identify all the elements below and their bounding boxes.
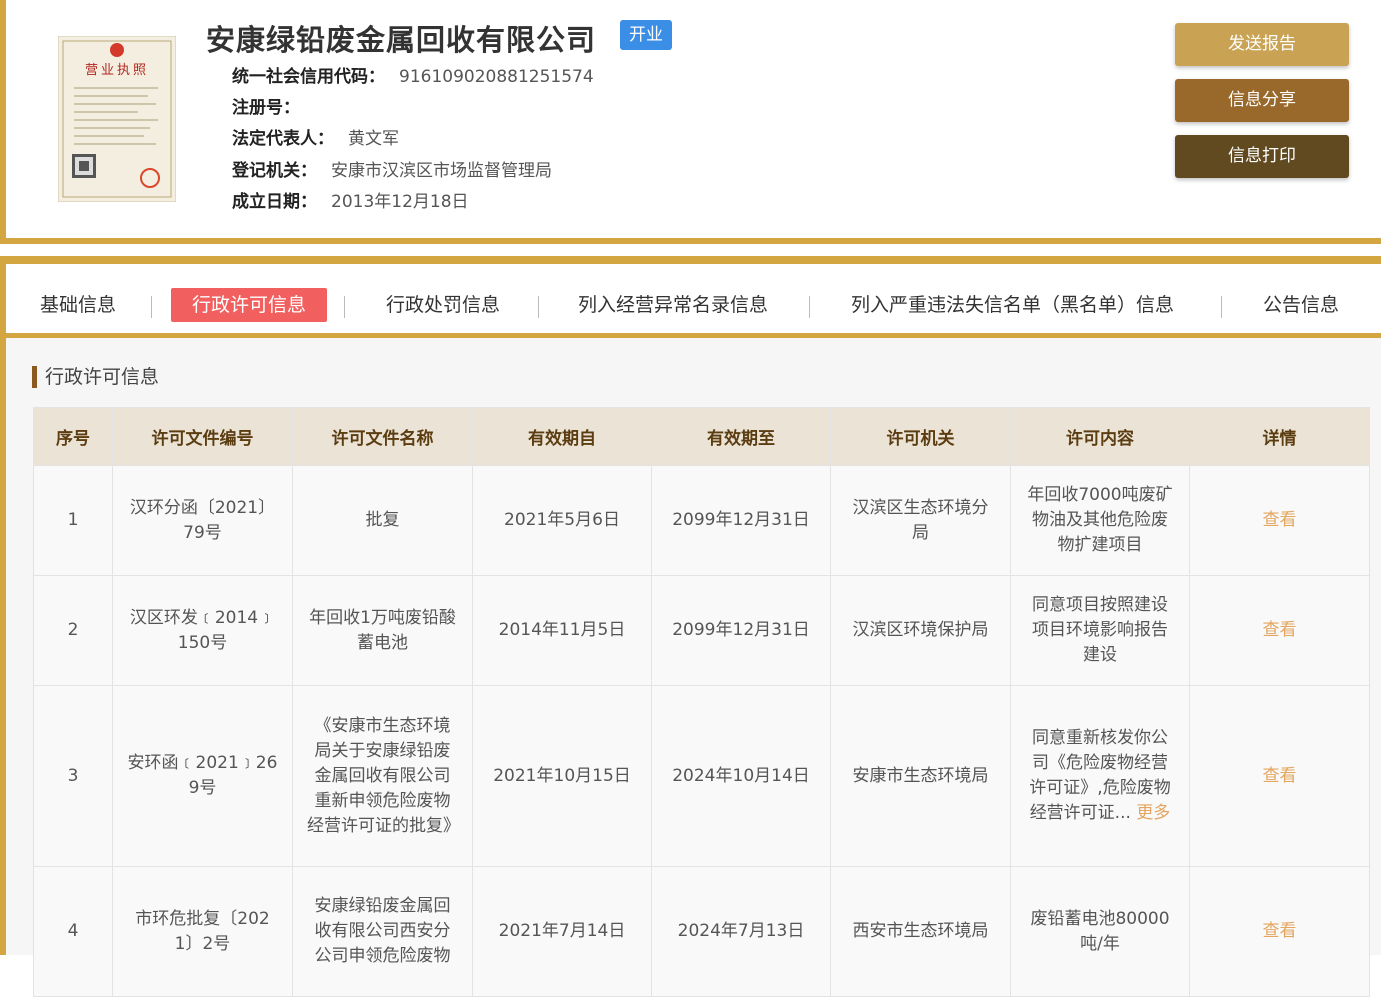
content-text: 年回收7000吨废矿物油及其他危险废物扩建项目 [1027, 485, 1173, 555]
cell-code: 安环函﹝2021﹞269号 [112, 685, 293, 867]
share-info-button[interactable]: 信息分享 [1175, 79, 1349, 122]
company-header: 营业执照 安康绿铅废金属回收有限公司 开业 统一社会信用代码： 916109020… [0, 0, 1381, 244]
print-info-button[interactable]: 信息打印 [1175, 135, 1349, 178]
cell-valid-from: 2021年5月6日 [472, 465, 652, 576]
tab-bar: 基础信息 行政许可信息 行政处罚信息 列入经营异常名录信息 列入严重违法失信名单… [0, 256, 1381, 338]
content-text: 废铅蓄电池80000吨/年 [1030, 908, 1170, 954]
credit-code-row: 统一社会信用代码： 916109020881251574 [232, 62, 594, 87]
tab-abnormal-list[interactable]: 列入经营异常名录信息 [578, 288, 768, 322]
tab-divider [151, 296, 152, 318]
cell-valid-to: 2024年7月13日 [651, 866, 831, 997]
content-text: 同意项目按照建设项目环境影响报告建设 [1032, 595, 1168, 665]
permit-table: 序号 许可文件编号 许可文件名称 有效期自 有效期至 许可机关 许可内容 详情 … [33, 407, 1370, 997]
tab-divider [344, 296, 345, 318]
col-header-code: 许可文件编号 [112, 407, 293, 466]
cell-code: 汉区环发﹝2014﹞150号 [112, 575, 293, 686]
cell-no: 1 [33, 465, 113, 576]
cell-no: 4 [33, 866, 113, 997]
registration-authority-row: 登记机关： 安康市汉滨区市场监督管理局 [232, 156, 552, 181]
cell-valid-from: 2021年10月15日 [472, 685, 652, 867]
cell-code: 市环危批复〔2021〕2号 [112, 866, 293, 997]
view-detail-link[interactable]: 查看 [1263, 620, 1297, 640]
cell-detail: 查看 [1189, 575, 1370, 686]
cell-name: 安康绿铅废金属回收有限公司西安分公司申领危险废物 [292, 866, 473, 997]
cell-detail: 查看 [1189, 866, 1370, 997]
send-report-button[interactable]: 发送报告 [1175, 23, 1349, 66]
reg-number-label: 注册号： [232, 98, 300, 118]
license-title: 营业执照 [85, 63, 149, 78]
tab-admin-penalty[interactable]: 行政处罚信息 [386, 288, 500, 322]
cell-detail: 查看 [1189, 465, 1370, 576]
cell-content: 同意重新核发你公司《危险废物经营许可证》,危险废物经营许可证... 更多 [1010, 685, 1190, 867]
established-date-row: 成立日期： 2013年12月18日 [232, 187, 469, 212]
cell-no: 2 [33, 575, 113, 686]
cell-valid-to: 2099年12月31日 [651, 465, 831, 576]
col-header-detail: 详情 [1189, 407, 1370, 466]
cell-content: 年回收7000吨废矿物油及其他危险废物扩建项目 [1010, 465, 1190, 576]
table-row: 1 汉环分函〔2021〕79号 批复 2021年5月6日 2099年12月31日… [33, 465, 1370, 576]
tab-basic-info[interactable]: 基础信息 [40, 288, 116, 322]
table-row: 4 市环危批复〔2021〕2号 安康绿铅废金属回收有限公司西安分公司申领危险废物… [33, 866, 1370, 997]
cell-name: 《安康市生态环境局关于安康绿铅废金属回收有限公司重新申领危险废物经营许可证的批复… [292, 685, 473, 867]
business-license-image[interactable]: 营业执照 [58, 36, 176, 202]
tab-blacklist[interactable]: 列入严重违法失信名单（黑名单）信息 [851, 288, 1174, 322]
col-header-authority: 许可机关 [830, 407, 1011, 466]
view-detail-link[interactable]: 查看 [1263, 766, 1297, 786]
tab-divider [538, 296, 539, 318]
registration-authority-value: 安康市汉滨区市场监督管理局 [331, 161, 552, 181]
credit-code-label: 统一社会信用代码： [232, 67, 385, 87]
credit-code-value: 916109020881251574 [399, 67, 594, 87]
tab-admin-license[interactable]: 行政许可信息 [171, 288, 328, 322]
cell-name: 批复 [292, 465, 473, 576]
view-detail-link[interactable]: 查看 [1263, 921, 1297, 941]
col-header-valid-to: 有效期至 [651, 407, 831, 466]
company-name: 安康绿铅废金属回收有限公司 [206, 23, 597, 57]
registration-authority-label: 登记机关： [232, 161, 317, 181]
view-detail-link[interactable]: 查看 [1263, 510, 1297, 530]
cell-content: 废铅蓄电池80000吨/年 [1010, 866, 1190, 997]
cell-name: 年回收1万吨废铅酸蓄电池 [292, 575, 473, 686]
established-date-label: 成立日期： [232, 192, 317, 212]
cell-code: 汉环分函〔2021〕79号 [112, 465, 293, 576]
content-panel: 行政许可信息 序号 许可文件编号 许可文件名称 有效期自 有效期至 许可机关 许… [0, 338, 1381, 997]
legal-rep-value: 黄文军 [348, 129, 399, 149]
established-date-value: 2013年12月18日 [331, 192, 469, 212]
cell-valid-to: 2099年12月31日 [651, 575, 831, 686]
cell-authority: 汉滨区环境保护局 [830, 575, 1011, 686]
col-header-valid-from: 有效期自 [472, 407, 652, 466]
cell-authority: 安康市生态环境局 [830, 685, 1011, 867]
table-header-row: 序号 许可文件编号 许可文件名称 有效期自 有效期至 许可机关 许可内容 详情 [33, 407, 1370, 466]
cell-valid-to: 2024年10月14日 [651, 685, 831, 867]
reg-number-row: 注册号： [232, 93, 314, 118]
col-header-name: 许可文件名称 [292, 407, 473, 466]
cell-valid-from: 2014年11月5日 [472, 575, 652, 686]
cell-authority: 西安市生态环境局 [830, 866, 1011, 997]
cell-no: 3 [33, 685, 113, 867]
cell-detail: 查看 [1189, 685, 1370, 867]
legal-rep-label: 法定代表人： [232, 129, 334, 149]
section-title: 行政许可信息 [32, 366, 159, 388]
tab-divider [809, 296, 810, 318]
legal-rep-row: 法定代表人： 黄文军 [232, 124, 399, 149]
status-badge: 开业 [620, 20, 672, 50]
more-link[interactable]: 更多 [1136, 803, 1170, 823]
tab-divider [1221, 296, 1222, 318]
cell-authority: 汉滨区生态环境分局 [830, 465, 1011, 576]
table-row: 2 汉区环发﹝2014﹞150号 年回收1万吨废铅酸蓄电池 2014年11月5日… [33, 575, 1370, 686]
cell-content: 同意项目按照建设项目环境影响报告建设 [1010, 575, 1190, 686]
cell-valid-from: 2021年7月14日 [472, 866, 652, 997]
table-row: 3 安环函﹝2021﹞269号 《安康市生态环境局关于安康绿铅废金属回收有限公司… [33, 685, 1370, 867]
tab-announcements[interactable]: 公告信息 [1263, 288, 1339, 322]
col-header-no: 序号 [33, 407, 113, 466]
col-header-content: 许可内容 [1010, 407, 1190, 466]
